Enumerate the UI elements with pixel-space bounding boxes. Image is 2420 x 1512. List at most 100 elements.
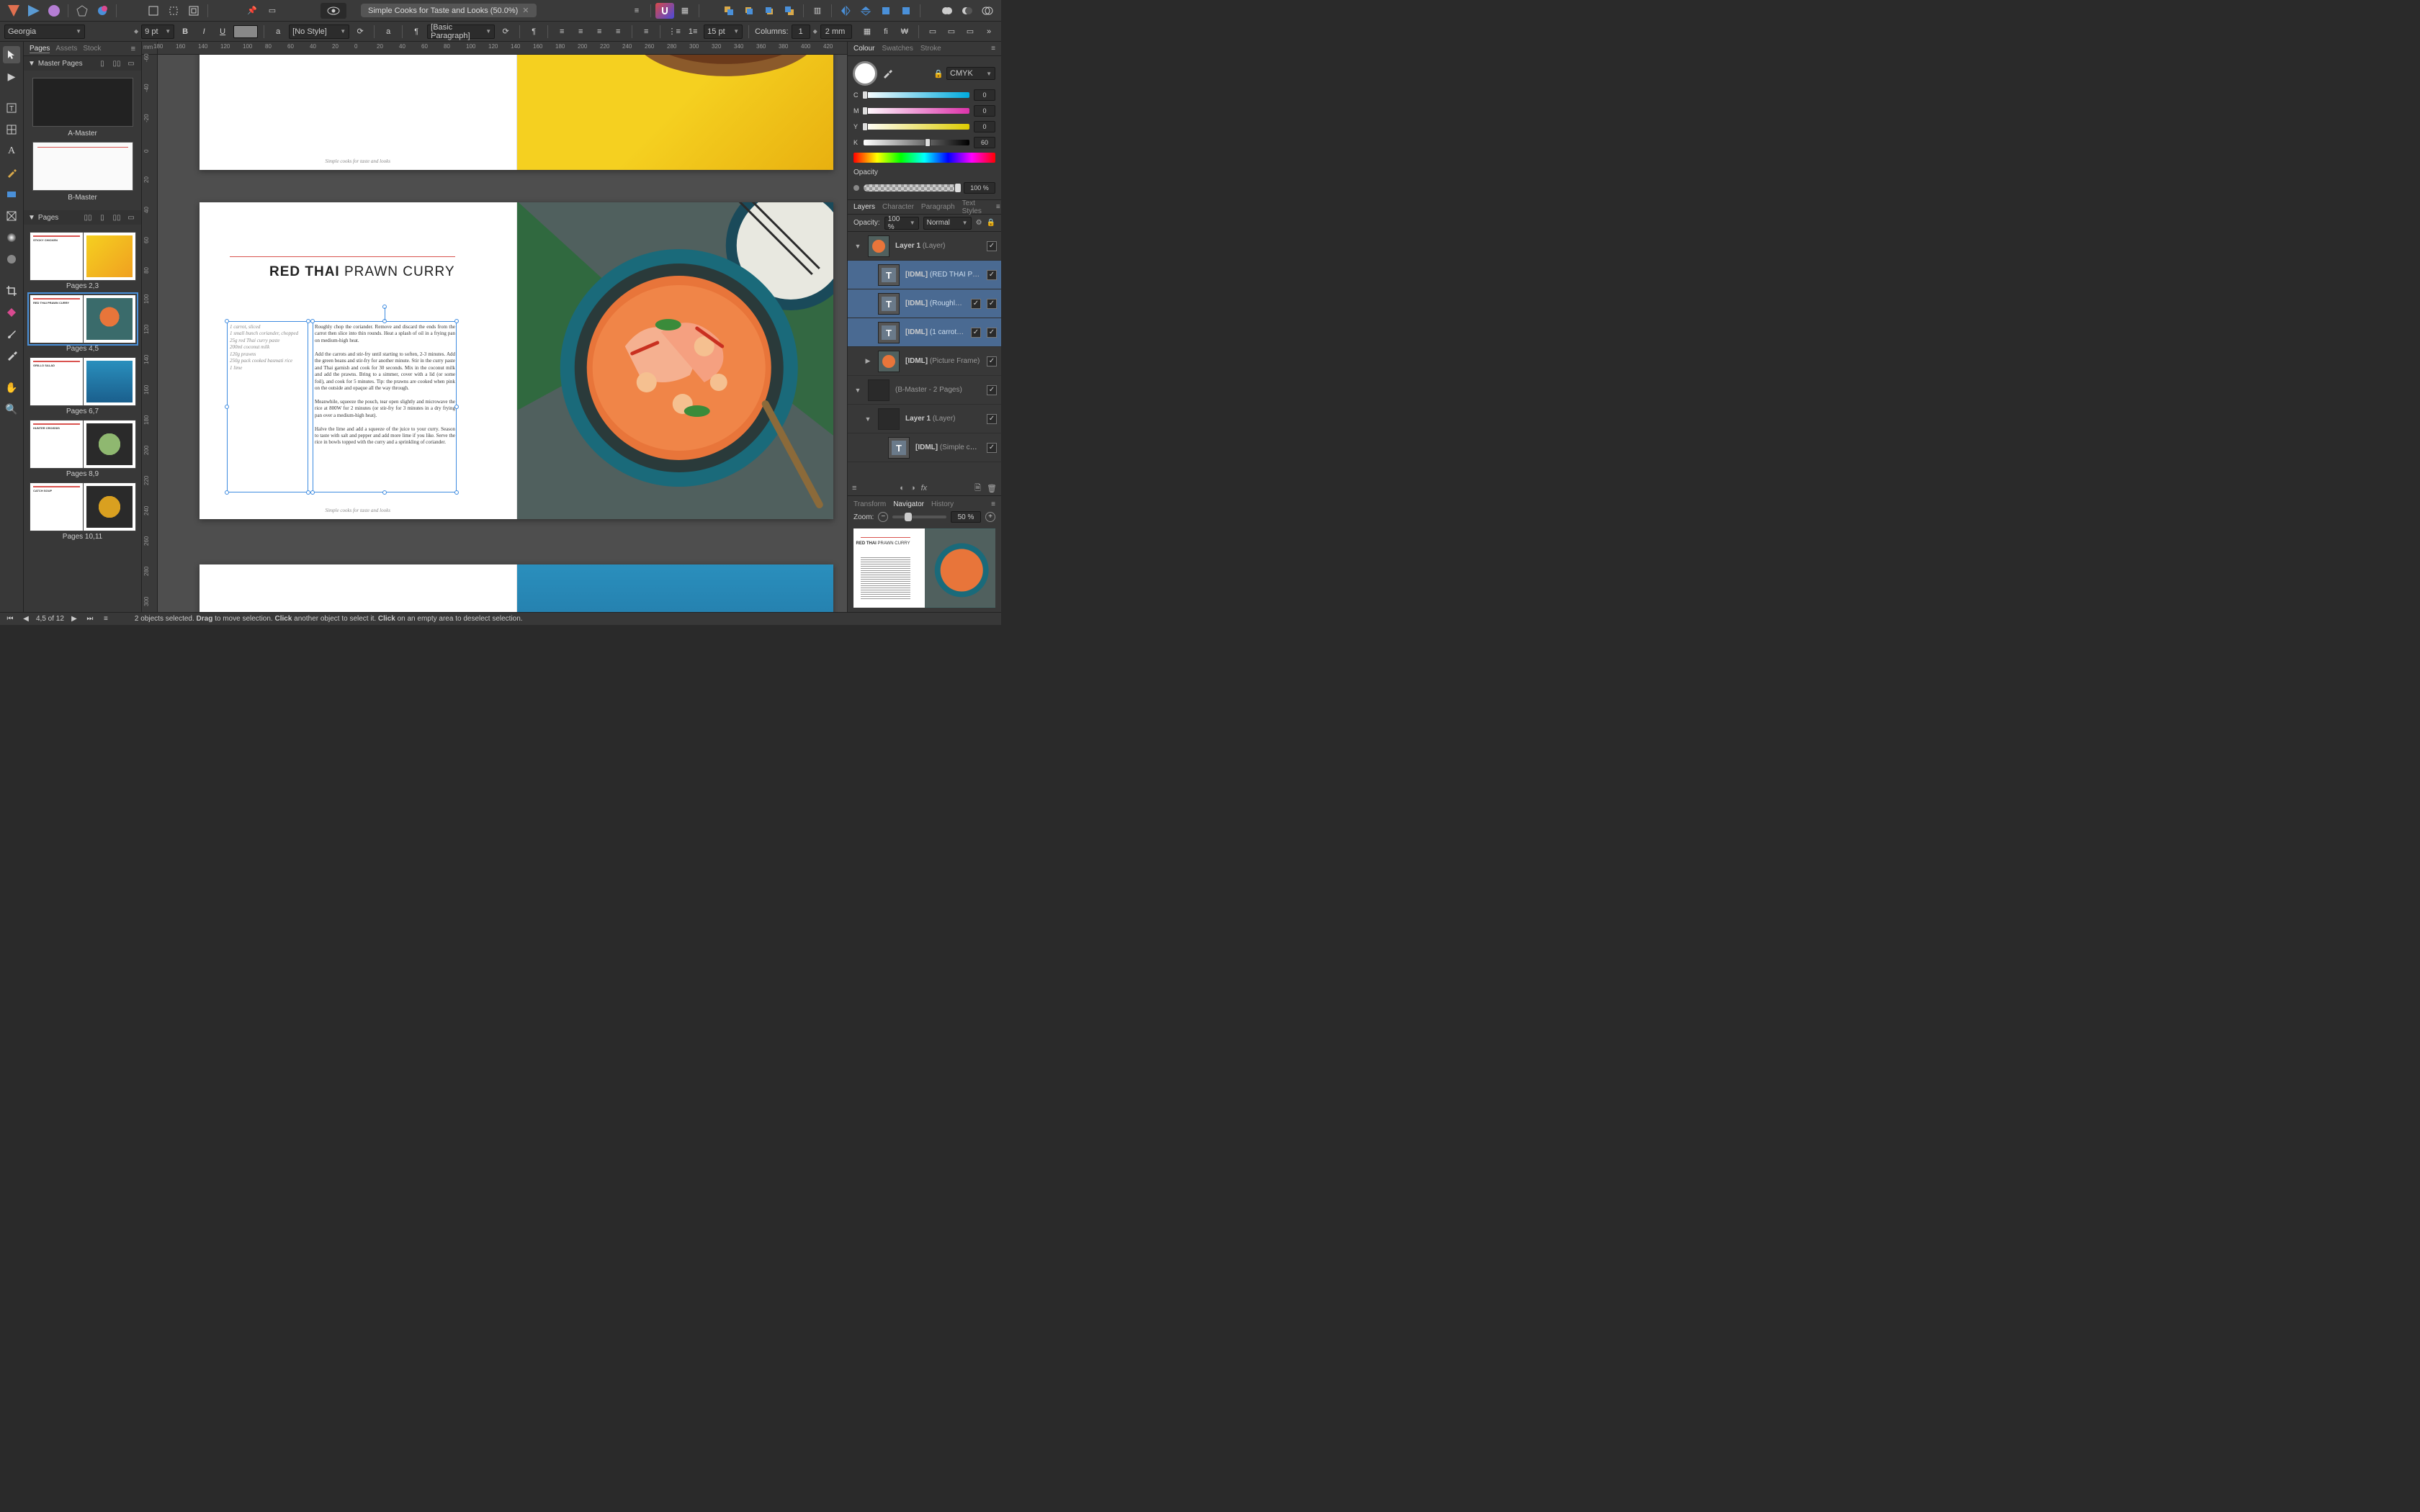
align-right-icon[interactable]: ≡: [591, 24, 607, 39]
leading-field[interactable]: 15 pt▼: [704, 24, 743, 39]
document-title[interactable]: Simple Cooks for Taste and Looks (50.0%)…: [361, 4, 537, 17]
layer-visibility-toggle[interactable]: ✓: [987, 385, 997, 395]
persona-designer-icon[interactable]: [24, 3, 43, 19]
master-add-icon[interactable]: ▭: [125, 58, 137, 69]
arrange-forward-icon[interactable]: [760, 3, 779, 19]
master-b-thumb[interactable]: [32, 142, 133, 191]
table-tool-icon[interactable]: [3, 121, 20, 138]
fx-mask-icon[interactable]: ◐: [900, 484, 905, 492]
spread-2-3-thumb[interactable]: STICKY CHICKEN: [30, 232, 136, 281]
blend-mode-select[interactable]: Normal▼: [923, 217, 972, 230]
move-tool-icon[interactable]: [3, 46, 20, 63]
yellow-slider[interactable]: [864, 124, 969, 130]
arrange-front-icon[interactable]: [780, 3, 799, 19]
character-tab[interactable]: Character: [882, 203, 914, 211]
history-tab[interactable]: History: [931, 500, 954, 508]
pages-tab[interactable]: Pages: [30, 45, 50, 53]
transform-tab[interactable]: Transform: [853, 500, 886, 508]
font-size-field[interactable]: 9 pt▼: [141, 24, 174, 39]
layer-row[interactable]: ▼ (B-Master - 2 Pages)✓: [848, 376, 1001, 405]
magenta-value[interactable]: 0: [974, 105, 995, 117]
spread-4-5-thumb[interactable]: RED THAI PRAWN CURRY: [30, 294, 136, 343]
font-size-stepper[interactable]: ◆: [134, 28, 138, 35]
expand-arrow-icon[interactable]: ▶: [864, 357, 872, 365]
crop-tool-icon[interactable]: [3, 282, 20, 300]
layer-extra-toggle[interactable]: ✓: [971, 328, 981, 338]
rotate-cw-icon[interactable]: [897, 3, 915, 19]
yellow-value[interactable]: 0: [974, 121, 995, 132]
pages-header[interactable]: ▼Pages ▯▯ ▯ ▯▯ ▭: [24, 210, 141, 225]
frame-text-tool-icon[interactable]: T: [3, 99, 20, 117]
next-page-icon[interactable]: ▶: [68, 614, 80, 624]
list-number-icon[interactable]: 1≡: [685, 24, 701, 39]
layers-menu-icon[interactable]: ≡: [996, 203, 1000, 211]
spread-8-9-thumb[interactable]: HUNTER CROISSIS: [30, 420, 136, 469]
pages-opts-icon[interactable]: ▯▯: [82, 212, 94, 223]
gradient-tool-icon[interactable]: [3, 229, 20, 246]
expand-arrow-icon[interactable]: ▼: [853, 243, 862, 250]
navigator-preview[interactable]: RED THAI PRAWN CURRY: [853, 528, 995, 608]
snapping-icon[interactable]: [655, 3, 674, 19]
fx-icon[interactable]: fx: [921, 484, 928, 492]
align-left-icon[interactable]: ≡: [554, 24, 570, 39]
char-style-select[interactable]: [No Style]▼: [289, 24, 349, 39]
panel-menu-icon[interactable]: ≡: [131, 45, 135, 53]
selection-frame-2[interactable]: [313, 321, 457, 492]
layer-row[interactable]: ▼Layer 1 (Layer)✓: [848, 405, 1001, 433]
geom-subtract-icon[interactable]: [958, 3, 977, 19]
layer-cog-icon[interactable]: ⚙: [976, 219, 982, 227]
vector-shape-icon[interactable]: [93, 3, 112, 19]
layer-visibility-toggle[interactable]: ✓: [987, 328, 997, 338]
textwrap-none-icon[interactable]: ▭: [925, 24, 941, 39]
textwrap-jump-icon[interactable]: ▭: [962, 24, 978, 39]
ligatures-icon[interactable]: fi: [878, 24, 894, 39]
picture-frame-icon[interactable]: ▭: [263, 3, 282, 19]
layer-row[interactable]: T[IDML] (RED THAI PRAWN C✓: [848, 261, 1001, 289]
underline-button[interactable]: U: [215, 24, 230, 39]
opacity-slider[interactable]: [864, 184, 959, 192]
layer-extra-toggle[interactable]: ✓: [971, 299, 981, 309]
layer-visibility-toggle[interactable]: ✓: [987, 414, 997, 424]
eyedropper-tool-icon[interactable]: [3, 347, 20, 364]
navigator-tab[interactable]: Navigator: [893, 500, 924, 508]
layer-row[interactable]: ▼Layer 1 (Layer)✓: [848, 232, 1001, 261]
arrange-back-icon[interactable]: [720, 3, 738, 19]
list-bullet-icon[interactable]: ⋮≡: [666, 24, 682, 39]
persona-photo-icon[interactable]: [45, 3, 63, 19]
preview-mode-icon[interactable]: [321, 3, 346, 19]
rectangle-tool-icon[interactable]: [3, 186, 20, 203]
layer-row[interactable]: T[IDML] (1 carrot, sliced ¶1 ⁋✓✓: [848, 318, 1001, 347]
cyan-value[interactable]: 0: [974, 89, 995, 101]
horizontal-ruler[interactable]: 1801601401201008060402002040608010012014…: [158, 42, 847, 55]
pentagon-icon[interactable]: [73, 3, 91, 19]
page-indicator[interactable]: 4,5 of 12: [36, 615, 64, 623]
expand-arrow-icon[interactable]: ▼: [864, 415, 872, 423]
first-page-icon[interactable]: ⏮: [4, 614, 16, 624]
more-icon[interactable]: »: [981, 24, 997, 39]
baseline-grid-icon[interactable]: ≡: [627, 3, 646, 19]
page-4[interactable]: RED THAI PRAWN CURRY 1 carrot, sliced 1 …: [200, 202, 517, 519]
hand-tool-icon[interactable]: ✋: [3, 379, 20, 396]
snap-margins-icon[interactable]: [184, 3, 203, 19]
update-para-style-icon[interactable]: ⟳: [498, 24, 514, 39]
master-facing-icon[interactable]: ▯▯: [111, 58, 122, 69]
zoom-field[interactable]: 50 %: [951, 511, 981, 523]
font-family-select[interactable]: Georgia▼: [4, 24, 85, 39]
zoom-tool-icon[interactable]: 🔍: [3, 400, 20, 418]
black-value[interactable]: 60: [974, 137, 995, 148]
colour-tab[interactable]: Colour: [853, 45, 874, 53]
columns-field[interactable]: 1: [792, 24, 810, 39]
layer-visibility-toggle[interactable]: ✓: [987, 356, 997, 366]
small-a-icon[interactable]: a: [380, 24, 396, 39]
zoom-in-icon[interactable]: +: [985, 512, 995, 522]
master-single-icon[interactable]: ▯: [97, 58, 108, 69]
arrange-backward-icon[interactable]: [740, 3, 758, 19]
align-center-icon[interactable]: ≡: [573, 24, 588, 39]
page-facing-icon[interactable]: ▯▯: [111, 212, 122, 223]
persona-publisher-icon[interactable]: [4, 3, 23, 19]
prev-page-icon[interactable]: ◀: [20, 614, 32, 624]
layer-lock-icon[interactable]: 🔒: [987, 219, 995, 227]
frame-options-icon[interactable]: ▦: [859, 24, 875, 39]
flip-h-icon[interactable]: [836, 3, 855, 19]
layer-row[interactable]: ▶[IDML] (Picture Frame)✓: [848, 347, 1001, 376]
